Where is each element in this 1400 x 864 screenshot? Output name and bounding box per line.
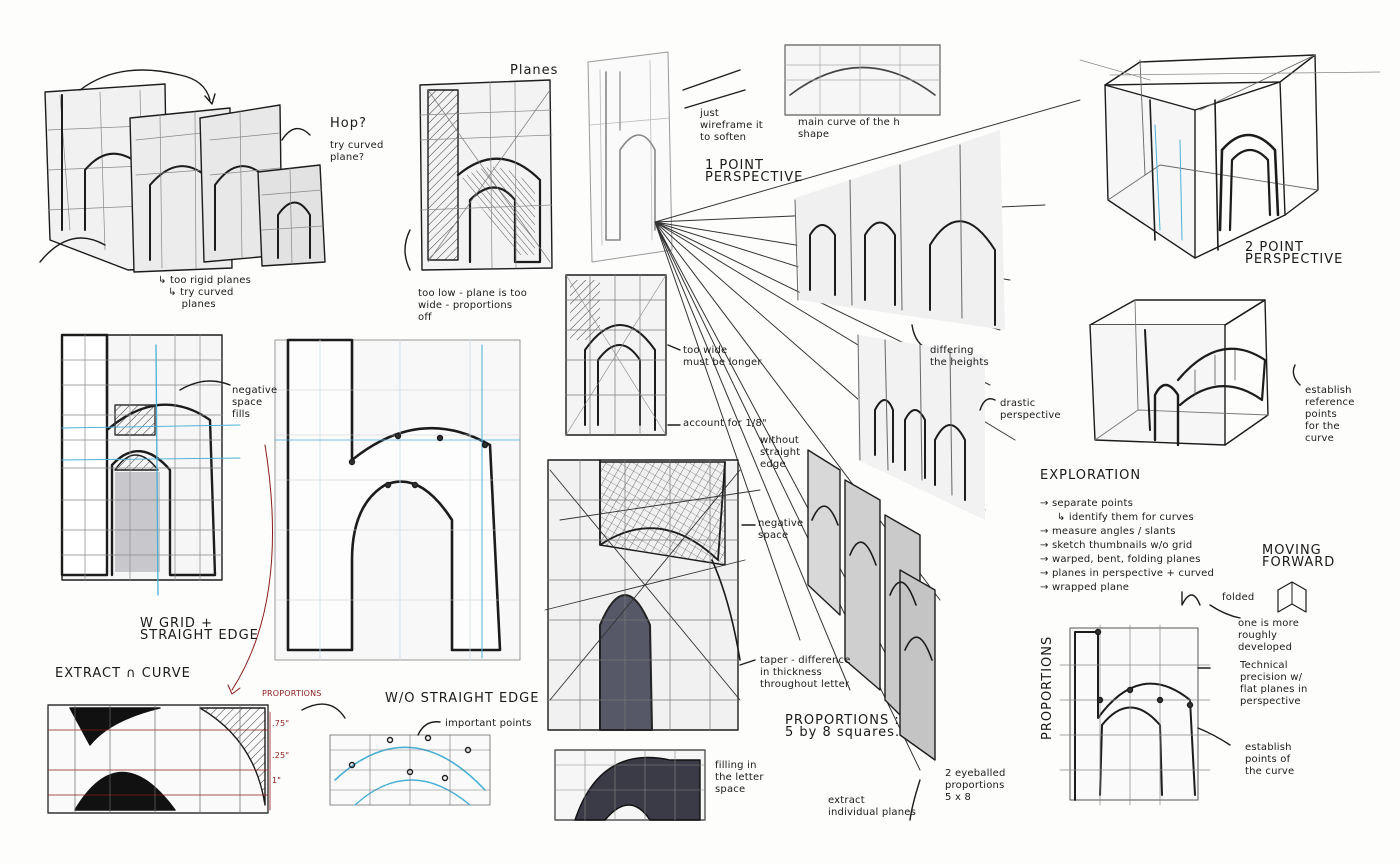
dark-arch-h bbox=[544, 459, 761, 731]
wo-straight-edge-label: W/O STRAIGHT EDGE bbox=[385, 691, 540, 706]
proportions-red-label: PROPORTIONS bbox=[262, 689, 322, 698]
planes-label: Planes bbox=[510, 63, 559, 78]
extract-planes-note: extract individual planes bbox=[828, 795, 917, 818]
eyeballed-note: 2 eyeballed proportions 5 x 8 bbox=[945, 768, 1006, 803]
negative-space-note: negative space bbox=[758, 518, 804, 541]
extract-curve-label: EXTRACT ∩ CURVE bbox=[55, 666, 191, 681]
too-wide-note: too wide must be longer bbox=[683, 345, 762, 368]
filling-letter-space bbox=[554, 749, 706, 821]
overlapping-h-planes bbox=[39, 69, 326, 273]
taper-note: taper - difference in thickness througho… bbox=[760, 655, 851, 690]
hop-note: Hop? bbox=[330, 116, 367, 131]
moving-forward-label: MOVING FORWARD bbox=[1262, 543, 1336, 570]
ratio-bottom: 1" bbox=[272, 776, 282, 785]
main-curve-sketch bbox=[784, 44, 941, 116]
filling-note: filling in the letter space bbox=[715, 760, 764, 795]
reference-points-box bbox=[1089, 299, 1301, 447]
planes-h bbox=[404, 79, 553, 271]
just-wireframe-note: just wireframe it to soften bbox=[700, 108, 763, 143]
ratio-top: .75" bbox=[272, 719, 290, 728]
one-is-more-note: one is more roughly developed bbox=[1238, 618, 1300, 653]
establish-points-note: establish points of the curve bbox=[1245, 742, 1295, 777]
technical-precision-note: Technical precision w/ flat planes in pe… bbox=[1240, 660, 1308, 707]
important-points-note: important points bbox=[445, 718, 532, 729]
proportions-h bbox=[1059, 624, 1231, 806]
negative-space-fills-note: negative space fills bbox=[232, 385, 278, 420]
exploration-label: EXPLORATION bbox=[1040, 468, 1142, 483]
curve-without-straight-edge bbox=[329, 721, 491, 806]
two-point-perspective-box bbox=[1079, 54, 1381, 259]
grid-h-straight-edge bbox=[60, 333, 241, 596]
ratio-mid: .25" bbox=[272, 751, 290, 760]
establish-reference-note: establish reference points for the curve bbox=[1305, 385, 1355, 444]
main-curve-note: main curve of the h shape bbox=[798, 117, 900, 140]
extract-curve bbox=[47, 703, 346, 814]
drastic-perspective-note: drastic perspective bbox=[1000, 398, 1061, 421]
differing-heights-note: differing the heights bbox=[930, 345, 989, 368]
exploration-list: → separate points ↳ identify them for cu… bbox=[1040, 498, 1215, 593]
too-rigid-note: ↳ too rigid planes ↳ try curved planes bbox=[158, 275, 251, 310]
without-straight-edge-note: without straight edge bbox=[760, 435, 801, 470]
account-for-note: account for 1/8" bbox=[683, 418, 767, 429]
folded-note: folded bbox=[1222, 592, 1255, 603]
try-curved-plane-note: try curved plane? bbox=[330, 140, 384, 163]
proportions-5by8-note: PROPORTIONS : 5 by 8 squares. bbox=[785, 713, 901, 740]
one-point-perspective-label: 1 POINT PERSPECTIVE bbox=[705, 158, 804, 185]
two-point-perspective-label: 2 POINT PERSPECTIVE bbox=[1245, 240, 1344, 267]
sketch-sheet: Hop? try curved plane? ↳ too rigid plane… bbox=[0, 0, 1400, 864]
too-wide-grid bbox=[565, 274, 681, 436]
proportions-vertical-label: PROPORTIONS bbox=[1040, 635, 1055, 740]
w-grid-label: W GRID + STRAIGHT EDGE bbox=[140, 616, 259, 643]
too-low-plane-note: too low - plane is too wide - proportion… bbox=[418, 288, 528, 323]
wireframe-h bbox=[587, 51, 746, 263]
